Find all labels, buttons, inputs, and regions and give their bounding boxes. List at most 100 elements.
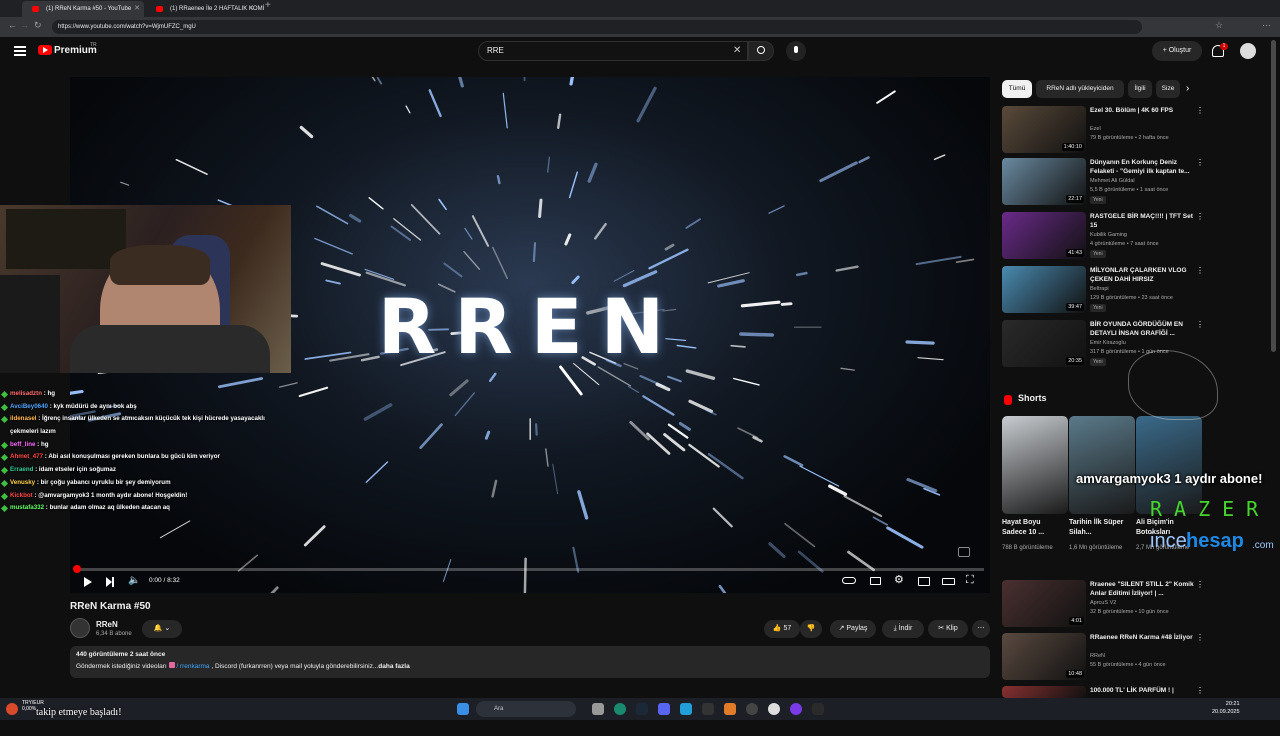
video-thumbnail[interactable]: 22:17 bbox=[1002, 158, 1086, 205]
steam-icon[interactable] bbox=[636, 703, 648, 715]
recommended-video[interactable]: 1:40:10 Ezel 30. Bölüm | 4K 60 FPS Ezel 79 … bbox=[1002, 106, 1204, 156]
video-title[interactable]: MİLYONLAR ÇALARKEN VLOG ÇEKEN DAHİ HIRSI… bbox=[1090, 266, 1194, 284]
channel-name[interactable]: Mehmet Ali Güldal bbox=[1090, 178, 1135, 184]
discord-icon[interactable] bbox=[658, 703, 670, 715]
video-thumbnail[interactable]: 20:35 bbox=[1002, 320, 1086, 367]
close-tab-icon[interactable]: ✕ bbox=[248, 1, 254, 17]
youtube-logo-icon[interactable] bbox=[38, 45, 52, 55]
fullscreen-icon[interactable]: ⛶ bbox=[966, 574, 974, 587]
video-thumbnail[interactable] bbox=[1002, 686, 1086, 698]
hamburger-menu-icon[interactable] bbox=[14, 46, 26, 56]
chat-nick[interactable]: melisadztn bbox=[10, 390, 42, 397]
chevron-right-icon[interactable]: › bbox=[1186, 80, 1189, 98]
chat-nick[interactable]: Venusky bbox=[10, 479, 35, 486]
short-thumbnail[interactable] bbox=[1069, 416, 1135, 514]
video-title[interactable]: Ezel 30. Bölüm | 4K 60 FPS bbox=[1090, 106, 1194, 115]
telegram-icon[interactable] bbox=[680, 703, 692, 715]
favorite-star-icon[interactable]: ☆ bbox=[1215, 20, 1223, 31]
more-actions-button[interactable]: ⋯ bbox=[972, 620, 990, 638]
progress-bar[interactable] bbox=[76, 568, 984, 571]
channel-name[interactable]: RReN bbox=[1090, 653, 1105, 659]
close-tab-icon[interactable]: ✕ bbox=[134, 1, 140, 17]
video-title[interactable]: Dünyanın En Korkunç Deniz Felaketi - "Ge… bbox=[1090, 158, 1194, 176]
miniplayer-icon[interactable] bbox=[958, 547, 970, 557]
recommended-video[interactable]: 4:01 Rraenee "SILENT STILL 2" Komik Anlar… bbox=[1002, 580, 1204, 630]
chrome-icon[interactable] bbox=[768, 703, 780, 715]
channel-avatar[interactable] bbox=[70, 618, 90, 638]
video-thumbnail[interactable]: 1:40:10 bbox=[1002, 106, 1086, 153]
download-button[interactable]: ⤓ İndir bbox=[882, 620, 924, 638]
edge-browser-icon[interactable] bbox=[614, 703, 626, 715]
volume-icon[interactable]: 🔈 bbox=[128, 575, 140, 586]
video-title[interactable]: RRaenee RReN Karma #48 İzliyor bbox=[1090, 633, 1194, 642]
recommended-video[interactable]: 41:43 RASTGELE BİR MAÇ!!!! | TFT Set 15 Ku… bbox=[1002, 212, 1204, 262]
subscription-bell-button[interactable]: 🔔 ⌄ bbox=[142, 620, 182, 638]
browser-menu-icon[interactable]: ⋯ bbox=[1262, 20, 1271, 31]
app-icon[interactable] bbox=[790, 703, 802, 715]
description-box[interactable]: 440 görüntüleme 2 saat önce Göndermek is… bbox=[70, 646, 990, 678]
taskbar-search[interactable]: Ara bbox=[476, 701, 576, 717]
video-thumbnail[interactable]: 41:43 bbox=[1002, 212, 1086, 259]
clip-button[interactable]: ✂ Klip bbox=[928, 620, 968, 638]
back-icon[interactable]: ← bbox=[8, 20, 17, 30]
chat-nick[interactable]: Erraend bbox=[10, 466, 33, 473]
clear-search-icon[interactable]: ✕ bbox=[733, 42, 741, 60]
video-thumbnail[interactable]: 10:48 bbox=[1002, 633, 1086, 680]
short-title[interactable]: Tarihin İlk Süper Silah... bbox=[1069, 518, 1133, 538]
account-avatar[interactable] bbox=[1240, 43, 1256, 59]
create-button[interactable]: + Oluştur bbox=[1152, 41, 1202, 61]
more-options-icon[interactable]: ⋮ bbox=[1196, 106, 1204, 115]
show-more-link[interactable]: daha fazla bbox=[378, 663, 409, 670]
epic-games-icon[interactable] bbox=[702, 703, 714, 715]
more-options-icon[interactable]: ⋮ bbox=[1196, 266, 1204, 275]
video-title[interactable]: RASTGELE BİR MAÇ!!!! | TFT Set 15 bbox=[1090, 212, 1194, 230]
system-clock[interactable]: 20:21 20.09.2025 bbox=[1212, 700, 1240, 716]
channel-name[interactable]: Emir Kirazoglu bbox=[1090, 340, 1126, 346]
more-options-icon[interactable]: ⋮ bbox=[1196, 686, 1204, 695]
tab-inactive[interactable]: (1) RRaenee İle 2 HAFTALIK KOMİ ✕ bbox=[146, 1, 264, 17]
chip-related[interactable]: İlgili bbox=[1128, 80, 1152, 98]
chat-nick[interactable]: ildenasel bbox=[10, 415, 36, 422]
chat-nick[interactable]: Kickbot bbox=[10, 492, 33, 499]
channel-name[interactable]: Ezel bbox=[1090, 126, 1101, 132]
reload-icon[interactable]: ↻ bbox=[34, 20, 42, 31]
channel-name[interactable]: AprcuS V2 bbox=[1090, 600, 1116, 606]
windows-start-icon[interactable] bbox=[457, 703, 469, 715]
chip-from-channel[interactable]: RReN adlı yükleyiciden bbox=[1036, 80, 1124, 98]
share-button[interactable]: ↗ Paylaş bbox=[830, 620, 876, 638]
theater-mode-icon[interactable] bbox=[942, 578, 955, 585]
more-options-icon[interactable]: ⋮ bbox=[1196, 633, 1204, 642]
page-scrollbar[interactable] bbox=[1271, 40, 1276, 352]
url-field[interactable]: https://www.youtube.com/watch?v=WjmUFZC_… bbox=[52, 20, 1142, 34]
more-options-icon[interactable]: ⋮ bbox=[1196, 212, 1204, 221]
short-thumbnail[interactable] bbox=[1002, 416, 1068, 514]
video-title[interactable]: Rraenee "SILENT STILL 2" Komik Anlar Edi… bbox=[1090, 580, 1194, 598]
channel-name[interactable]: Kubilik Gaming bbox=[1090, 232, 1127, 238]
more-options-icon[interactable]: ⋮ bbox=[1196, 158, 1204, 167]
progress-scrubber[interactable] bbox=[73, 565, 81, 573]
task-view-icon[interactable] bbox=[592, 703, 604, 715]
settings-gear-icon[interactable]: ⚙ bbox=[894, 573, 904, 586]
tab-active[interactable]: (1) RReN Karma #50 - YouTube ✕ bbox=[22, 1, 144, 17]
dislike-button[interactable]: 👎 bbox=[800, 620, 822, 638]
autoplay-toggle[interactable] bbox=[842, 577, 856, 584]
search-input[interactable]: RRE ✕ bbox=[478, 41, 748, 61]
more-options-icon[interactable]: ⋮ bbox=[1196, 320, 1204, 329]
voice-search-button[interactable] bbox=[786, 41, 806, 61]
recommended-video[interactable]: 39:47 MİLYONLAR ÇALARKEN VLOG ÇEKEN DAHİ … bbox=[1002, 266, 1204, 316]
chip-for-you[interactable]: Size bbox=[1156, 80, 1180, 98]
channel-name[interactable]: Beltrapi bbox=[1090, 286, 1109, 292]
channel-name[interactable]: RReN bbox=[96, 620, 118, 629]
more-options-icon[interactable]: ⋮ bbox=[1196, 580, 1204, 589]
recommended-video[interactable]: 10:48 RRaenee RReN Karma #48 İzliyor RReN 5… bbox=[1002, 633, 1204, 683]
description-link[interactable]: / rrenkarma bbox=[168, 662, 210, 670]
play-button[interactable] bbox=[84, 577, 92, 587]
obs-icon[interactable] bbox=[746, 703, 758, 715]
video-title[interactable]: 100.000 TL' LİK PARFÜM ! | bbox=[1090, 686, 1194, 695]
video-title[interactable]: BİR OYUNDA GÖRDÜĞÜM EN DETAYLI İNSAN GRA… bbox=[1090, 320, 1194, 338]
like-button[interactable]: 👍 57 bbox=[764, 620, 800, 638]
currency-widget-icon[interactable] bbox=[6, 703, 18, 715]
video-thumbnail[interactable]: 39:47 bbox=[1002, 266, 1086, 313]
video-thumbnail[interactable]: 4:01 bbox=[1002, 580, 1086, 627]
app-icon[interactable] bbox=[812, 703, 824, 715]
